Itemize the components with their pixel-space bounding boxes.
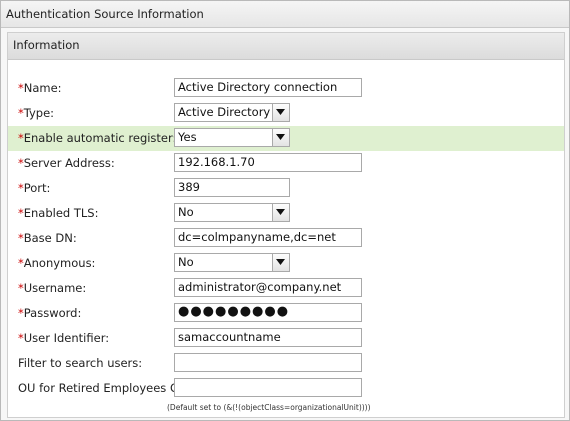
row-name: *Name: Active Directory connection	[8, 76, 564, 101]
row-tls: *Enabled TLS: No	[8, 201, 564, 226]
ou-default-hint: (Default set to (&(!(objectClass=organiz…	[167, 403, 371, 412]
auto-register-label: *Enable automatic register:	[18, 131, 177, 145]
chevron-down-icon[interactable]	[272, 104, 289, 121]
ou-retired-label: OU for Retired Employees OU:	[18, 381, 192, 395]
chevron-down-icon[interactable]	[272, 254, 289, 271]
row-anonymous: *Anonymous: No	[8, 251, 564, 276]
name-label: *Name:	[18, 81, 62, 95]
tls-select-value: No	[178, 205, 194, 219]
row-base-dn: *Base DN: dc=colmpanyname,dc=net	[8, 226, 564, 251]
server-address-label: *Server Address:	[18, 156, 115, 170]
auto-register-select[interactable]: Yes	[174, 128, 290, 147]
row-password: *Password: ●●●●●●●●●	[8, 301, 564, 326]
server-address-input[interactable]: 192.168.1.70	[174, 153, 362, 172]
port-label: *Port:	[18, 181, 51, 195]
row-filter: Filter to search users:	[8, 351, 564, 376]
ou-retired-input[interactable]	[174, 378, 362, 397]
name-input[interactable]: Active Directory connection	[174, 78, 362, 97]
base-dn-input[interactable]: dc=colmpanyname,dc=net	[174, 228, 362, 247]
password-input[interactable]: ●●●●●●●●●	[174, 303, 362, 322]
row-ou-retired: OU for Retired Employees OU:	[8, 376, 564, 401]
username-input[interactable]: administrator@company.net	[174, 278, 362, 297]
port-input[interactable]: 389	[174, 178, 290, 197]
user-identifier-label: *User Identifier:	[18, 331, 110, 345]
row-username: *Username: administrator@company.net	[8, 276, 564, 301]
auto-register-value: Yes	[178, 130, 197, 144]
filter-input[interactable]	[174, 353, 362, 372]
row-port: *Port: 389	[8, 176, 564, 201]
anonymous-select-value: No	[178, 255, 194, 269]
auth-source-panel: Authentication Source Information Inform…	[0, 0, 570, 421]
user-identifier-input[interactable]: samaccountname	[174, 328, 362, 347]
filter-label: Filter to search users:	[18, 356, 143, 370]
tls-select[interactable]: No	[174, 203, 290, 222]
anonymous-select[interactable]: No	[174, 253, 290, 272]
base-dn-label: *Base DN:	[18, 231, 77, 245]
row-auto-register: *Enable automatic register: Yes	[8, 126, 564, 151]
row-server-address: *Server Address: 192.168.1.70	[8, 151, 564, 176]
row-type: *Type: Active Directory	[8, 101, 564, 126]
chevron-down-icon[interactable]	[272, 129, 289, 146]
panel-title: Authentication Source Information	[1, 1, 569, 28]
password-label: *Password:	[18, 306, 82, 320]
information-section: Information *Name: Active Directory conn…	[7, 32, 565, 418]
tls-label: *Enabled TLS:	[18, 206, 99, 220]
type-label: *Type:	[18, 106, 55, 120]
section-title: Information	[8, 33, 564, 60]
row-user-identifier: *User Identifier: samaccountname	[8, 326, 564, 351]
type-select-value: Active Directory	[178, 105, 271, 119]
username-label: *Username:	[18, 281, 87, 295]
chevron-down-icon[interactable]	[272, 204, 289, 221]
type-select[interactable]: Active Directory	[174, 103, 290, 122]
anonymous-label: *Anonymous:	[18, 256, 96, 270]
